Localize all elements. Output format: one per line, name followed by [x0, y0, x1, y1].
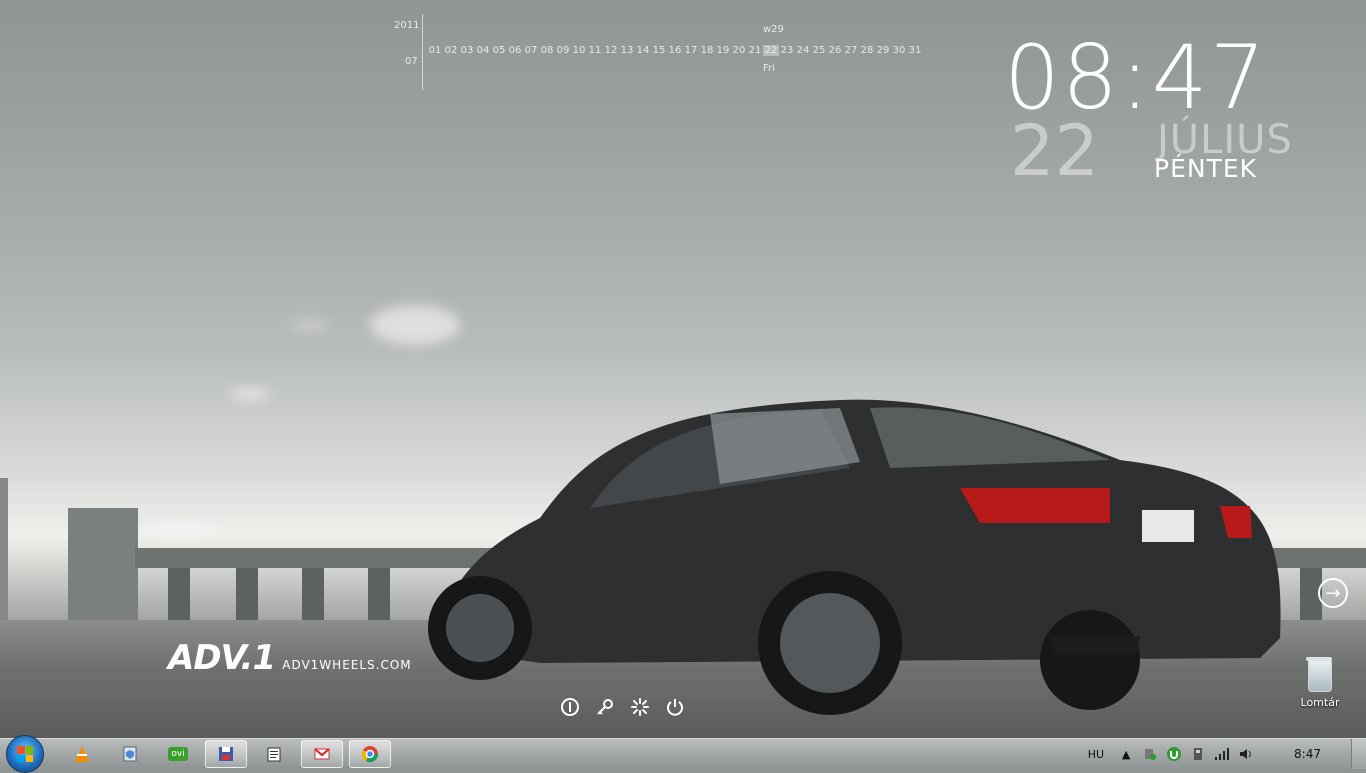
taskbar-items: ovi: [58, 739, 394, 769]
key-icon[interactable]: [594, 696, 616, 718]
calendar-day: 18: [700, 45, 714, 56]
calendar-day: 30: [892, 45, 906, 56]
calendar-day: 04: [476, 45, 490, 56]
calendar-day: 20: [732, 45, 746, 56]
ovi-icon: ovi: [168, 747, 188, 761]
clock-time: 08:47: [1004, 26, 1268, 129]
calendar-day: 19: [716, 45, 730, 56]
logo-site: ADV1WHEELS.COM: [282, 658, 412, 672]
save-floppy-icon: [219, 747, 233, 761]
info-icon[interactable]: [559, 696, 581, 718]
calendar-day: 09: [556, 45, 570, 56]
taskbar-shield-doc[interactable]: [109, 740, 151, 768]
calendar-weekday: Fri: [763, 63, 775, 74]
taskbar-notepad[interactable]: [253, 740, 295, 768]
clock-weekday: PÉNTEK: [1154, 154, 1258, 183]
calendar-day: 22: [763, 45, 779, 56]
calendar-day: 14: [636, 45, 650, 56]
settings-spinner-icon[interactable]: [629, 696, 651, 718]
calendar-day: 15: [652, 45, 666, 56]
calendar-day: 01: [428, 45, 442, 56]
power-controls: [559, 696, 686, 718]
cloud: [370, 305, 460, 345]
language-indicator[interactable]: HU: [1088, 748, 1104, 761]
safely-remove-hardware-icon[interactable]: [1190, 746, 1206, 762]
action-center-icon[interactable]: [1142, 746, 1158, 762]
calendar-day: 25: [812, 45, 826, 56]
notepad-icon: [267, 747, 281, 762]
calendar-day: 07: [524, 45, 538, 56]
calendar-day: 23: [780, 45, 794, 56]
calendar-day: 06: [508, 45, 522, 56]
calendar-day: 28: [860, 45, 874, 56]
power-icon[interactable]: [664, 696, 686, 718]
gmail-icon: [314, 748, 330, 760]
calendar-day: 02: [444, 45, 458, 56]
taskbar: ovi HU ▲ 8:47: [0, 735, 1366, 773]
adv1-logo: ADV.1 ADV1WHEELS.COM: [168, 638, 412, 678]
next-wallpaper-arrow-icon[interactable]: →: [1318, 578, 1348, 608]
vlc-icon: [75, 746, 89, 762]
calendar-year: 2011: [394, 20, 420, 31]
calendar-day: 11: [588, 45, 602, 56]
calendar-divider: [422, 14, 423, 90]
start-button[interactable]: [6, 735, 44, 773]
cloud: [140, 522, 220, 532]
calendar-days: 01 02 03 04 05 06 07 08 09 10 11 12 13 14 15 16 17 18 19 20…: [427, 45, 923, 56]
volume-icon[interactable]: [1238, 746, 1254, 762]
recycle-bin[interactable]: Lomtár: [1297, 657, 1343, 709]
calendar-day: 17: [684, 45, 698, 56]
calendar-day: 13: [620, 45, 634, 56]
clock-day: 22: [1010, 110, 1100, 192]
calendar-day: 03: [460, 45, 474, 56]
calendar-day: 27: [844, 45, 858, 56]
taskbar-ovi[interactable]: ovi: [157, 740, 199, 768]
calendar-week-number: w29: [763, 24, 784, 35]
calendar-day: 10: [572, 45, 586, 56]
show-hidden-icons-icon[interactable]: ▲: [1118, 746, 1134, 762]
cloud: [230, 388, 270, 400]
calendar-day: 12: [604, 45, 618, 56]
taskbar-gmail[interactable]: [301, 740, 343, 768]
shield-doc-icon: [123, 746, 137, 762]
calendar-month: 07: [405, 56, 418, 67]
windows-logo-icon: [17, 746, 33, 762]
taskbar-save[interactable]: [205, 740, 247, 768]
utorrent-icon[interactable]: [1166, 746, 1182, 762]
taskbar-vlc[interactable]: [61, 740, 103, 768]
calendar-day: 29: [876, 45, 890, 56]
calendar-day: 26: [828, 45, 842, 56]
show-desktop-button[interactable]: [1351, 739, 1366, 769]
calendar-day: 16: [668, 45, 682, 56]
cloud: [290, 320, 330, 330]
taskbar-chrome[interactable]: [349, 740, 391, 768]
calendar-day: 31: [908, 45, 922, 56]
system-tray: HU ▲ 8:47: [1088, 739, 1366, 769]
calendar-day: 05: [492, 45, 506, 56]
logo-brand: ADV.1: [168, 638, 276, 678]
signal-strength-icon[interactable]: [1214, 746, 1230, 762]
chrome-icon: [361, 746, 379, 763]
car-image: [428, 399, 1281, 715]
taskbar-clock[interactable]: 8:47: [1294, 747, 1321, 761]
calendar-day: 21: [748, 45, 762, 56]
recycle-bin-icon: [1306, 657, 1332, 692]
calendar-day: 08: [540, 45, 554, 56]
recycle-bin-label: Lomtár: [1300, 696, 1340, 709]
calendar-day: 24: [796, 45, 810, 56]
